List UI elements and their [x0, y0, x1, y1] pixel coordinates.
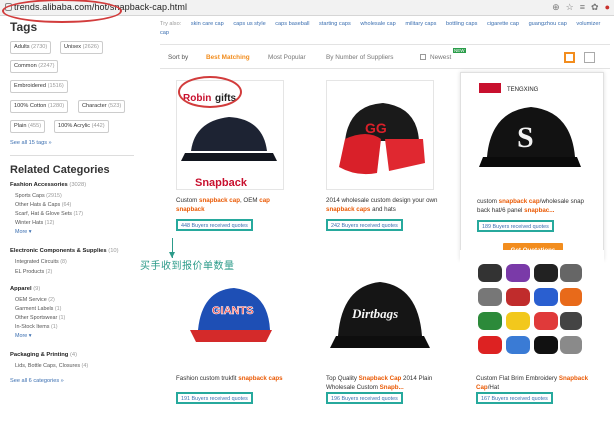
- category-apparel[interactable]: Apparel (9): [10, 286, 40, 292]
- subcategory-in-stock-items[interactable]: In-Stock Items (1): [15, 324, 58, 330]
- browser-toolbar: trends.alibaba.com/hot/snapback-cap.html…: [0, 0, 614, 23]
- see-all-tags-link[interactable]: See all 15 tags »: [10, 140, 52, 146]
- category-packaging[interactable]: Packaging & Printing (4): [10, 352, 77, 358]
- extension-icon[interactable]: ✿: [591, 2, 599, 13]
- try-term[interactable]: cigarette cap: [487, 21, 519, 27]
- subcategory-el-products[interactable]: EL Products (2): [15, 269, 52, 275]
- try-term[interactable]: guangzhou cap: [529, 21, 567, 27]
- svg-text:GIANTS: GIANTS: [212, 305, 254, 317]
- product-title[interactable]: Custom snapback cap, OEM cap snapback: [176, 196, 294, 214]
- sort-bar: Sort by Best Matching Most Popular By Nu…: [160, 44, 610, 69]
- tag-adults[interactable]: Adults (2730): [10, 41, 52, 54]
- product-card[interactable]: Robin gifts Snapback Custom snapback cap…: [160, 72, 304, 260]
- try-term[interactable]: military caps: [405, 21, 436, 27]
- brand-highlight-circle: [178, 76, 242, 108]
- product-title[interactable]: Fashion custom trukfit snapback caps: [176, 374, 294, 383]
- subcategory-winter-hats[interactable]: Winter Hats (12): [15, 220, 54, 226]
- grid-view-icon[interactable]: [564, 52, 575, 63]
- svg-text:Dirtbags: Dirtbags: [351, 306, 398, 321]
- try-term[interactable]: starting caps: [319, 21, 351, 27]
- product-image[interactable]: Dirtbags: [326, 258, 434, 368]
- subcategory-garment-labels[interactable]: Garment Labels (1): [15, 306, 61, 312]
- try-term[interactable]: caps baseball: [275, 21, 309, 27]
- sort-most-popular[interactable]: Most Popular: [268, 54, 306, 61]
- star-icon[interactable]: ☆: [566, 2, 574, 13]
- product-card[interactable]: Dirtbags Top Quality Snapback Cap 2014 P…: [310, 250, 454, 438]
- try-also-label: Try also:: [160, 21, 182, 27]
- product-title[interactable]: custom snapback cap/wholesale snap back …: [477, 197, 595, 215]
- product-title[interactable]: Custom Flat Brim Embroidery Snapback Cap…: [476, 374, 594, 392]
- tag-character[interactable]: Character (523): [78, 100, 126, 113]
- tag-unisex[interactable]: Unisex (2626): [60, 41, 103, 54]
- product-card-highlighted[interactable]: TENGXING S custom snapback cap/wholesale…: [460, 72, 604, 260]
- product-card[interactable]: Custom Flat Brim Embroidery Snapback Cap…: [460, 250, 604, 438]
- svg-text:S: S: [517, 121, 534, 154]
- settings-icon[interactable]: ≡: [580, 2, 585, 13]
- try-term[interactable]: bottling caps: [446, 21, 477, 27]
- subcategory-integrated-circuits[interactable]: Integrated Circuits (8): [15, 259, 67, 265]
- product-image[interactable]: TENGXING S: [477, 81, 585, 191]
- tag-plain[interactable]: Plain (455): [10, 120, 46, 133]
- list-view-icon[interactable]: [584, 52, 595, 63]
- zoom-icon[interactable]: ⊕: [552, 2, 560, 13]
- more-link-apparel[interactable]: More ▾: [15, 333, 32, 339]
- product-image[interactable]: GIANTS: [176, 258, 284, 368]
- tags-title: Tags: [10, 20, 38, 34]
- product-card[interactable]: GG 2014 wholesale custom design your own…: [310, 72, 454, 260]
- subcategory-other-hats[interactable]: Other Hats & Caps (64): [15, 202, 71, 208]
- annotation-arrow: [169, 238, 175, 258]
- try-term[interactable]: wholesale cap: [360, 21, 395, 27]
- product-card[interactable]: GIANTS Fashion custom trukfit snapback c…: [160, 250, 304, 438]
- buyers-quotes-badge[interactable]: 448 Buyers received quotes: [176, 219, 253, 231]
- subcategory-oem-service[interactable]: OEM Service (2): [15, 297, 55, 303]
- category-fashion-accessories[interactable]: Fashion Accessories (3028): [10, 182, 86, 188]
- buyers-quotes-badge[interactable]: 191 Buyers received quotes: [176, 392, 253, 404]
- try-term[interactable]: caps us style: [233, 21, 265, 27]
- browser-icons: ⊕ ☆ ≡ ✿ ●: [552, 2, 610, 13]
- pinterest-icon[interactable]: ●: [605, 2, 610, 13]
- svg-text:Snapback: Snapback: [195, 177, 248, 189]
- product-title[interactable]: Top Quality Snapback Cap 2014 Plain Whol…: [326, 374, 444, 392]
- subcategory-sports-caps[interactable]: Sports Caps (2915): [15, 193, 62, 199]
- category-electronic-components[interactable]: Electronic Components & Supplies (10): [10, 248, 119, 254]
- buyers-quotes-badge[interactable]: 189 Buyers received quotes: [477, 220, 554, 232]
- sort-best-matching[interactable]: Best Matching: [206, 54, 250, 61]
- subcategory-other-sportswear[interactable]: Other Sportswear (1): [15, 315, 65, 321]
- divider: [10, 155, 134, 156]
- buyers-quotes-badge[interactable]: 167 Buyers received quotes: [476, 392, 553, 404]
- product-title[interactable]: 2014 wholesale custom design your own sn…: [326, 196, 444, 214]
- new-badge: NEW: [453, 48, 466, 53]
- sort-newest[interactable]: Newest: [430, 54, 451, 61]
- sort-label: Sort by: [168, 54, 189, 61]
- newest-checkbox[interactable]: [420, 54, 426, 60]
- see-all-categories-link[interactable]: See all 6 categories »: [10, 378, 64, 384]
- buyers-quotes-badge[interactable]: 242 Buyers received quotes: [326, 219, 403, 231]
- related-categories-title: Related Categories: [10, 164, 110, 176]
- subcategory-scarf-sets[interactable]: Scarf, Hat & Glove Sets (17): [15, 211, 83, 217]
- buyers-quotes-badge[interactable]: 196 Buyers received quotes: [326, 392, 403, 404]
- sort-by-suppliers[interactable]: By Number of Suppliers: [326, 54, 394, 61]
- sidebar: Tags Adults (2730) Unisex (2626) Common …: [0, 16, 150, 407]
- svg-text:TENGXING: TENGXING: [507, 87, 539, 93]
- tag-common[interactable]: Common (2247): [10, 60, 59, 73]
- tag-100-acrylic[interactable]: 100% Acrylic (442): [54, 120, 109, 133]
- tag-100-cotton[interactable]: 100% Cotton (1280): [10, 100, 69, 113]
- tag-embroidered[interactable]: Embroidered (1516): [10, 80, 68, 93]
- svg-text:GG: GG: [365, 120, 387, 136]
- try-also-bar: Try also: skin care cap caps us style ca…: [160, 20, 610, 38]
- try-term[interactable]: skin care cap: [191, 21, 224, 27]
- product-image[interactable]: GG: [326, 80, 434, 190]
- annotation-text: 买手收到报价单数量: [140, 261, 235, 272]
- product-image[interactable]: [476, 258, 584, 368]
- more-link[interactable]: More ▾: [15, 229, 32, 235]
- subcategory-lids-caps[interactable]: Lids, Bottle Caps, Closures (4): [15, 363, 88, 369]
